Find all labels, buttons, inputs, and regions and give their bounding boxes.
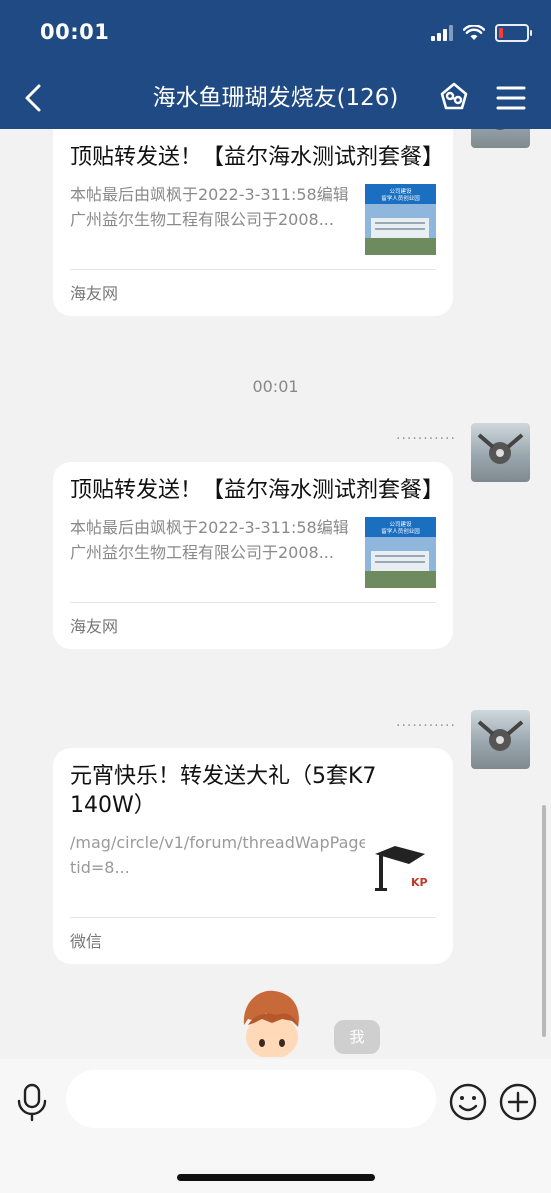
- link-card-desc: 本帖最后由飒枫于2022-3-311:58编辑广州益尔生物工程有限公司于2008…: [70, 518, 349, 562]
- signal-icon: [431, 25, 453, 41]
- link-card[interactable]: 顶贴转发送！【益尔海水测试剂套餐】 本帖最后由飒枫于2022-3-311:58编…: [53, 129, 453, 316]
- sender-avatar[interactable]: [471, 423, 530, 482]
- link-card[interactable]: 顶贴转发送！【益尔海水测试剂套餐】 本帖最后由飒枫于2022-3-311:58编…: [53, 462, 453, 649]
- sender-avatar[interactable]: [471, 710, 530, 769]
- chat-area[interactable]: 顶贴转发送！【益尔海水测试剂套餐】 本帖最后由飒枫于2022-3-311:58编…: [0, 129, 551, 1059]
- svg-text:留学人员创业园: 留学人员创业园: [381, 527, 420, 535]
- sender-name: ...........: [396, 427, 456, 443]
- link-card-source: 海友网: [70, 284, 119, 303]
- home-indicator: [177, 1174, 375, 1181]
- message-input[interactable]: [66, 1070, 436, 1128]
- my-avatar[interactable]: [236, 985, 308, 1057]
- link-card-desc: /mag/circle/v1/forum/threadWapPage?tid=8…: [70, 833, 377, 877]
- link-card-thumbnail: 公司建设 留学人员创业园: [365, 184, 436, 255]
- link-card[interactable]: 元宵快乐！转发送大礼（5套K7 140W） /mag/circle/v1/for…: [53, 748, 453, 964]
- sender-name: ...........: [396, 714, 456, 730]
- link-card-source: 海友网: [70, 617, 119, 636]
- scrollbar[interactable]: [542, 805, 546, 1037]
- link-card-thumbnail: 公司建设 留学人员创业园: [365, 517, 436, 588]
- status-time: 00:01: [40, 20, 110, 44]
- microphone-icon[interactable]: [14, 1082, 50, 1122]
- link-card-title: 元宵快乐！转发送大礼（5套K7 140W）: [70, 764, 377, 818]
- svg-text:公司建设: 公司建设: [389, 187, 412, 195]
- plus-icon[interactable]: [498, 1082, 538, 1122]
- sticker-icon[interactable]: [436, 80, 472, 116]
- message-timestamp: 00:01: [252, 377, 299, 396]
- me-badge[interactable]: 我: [334, 1020, 380, 1054]
- link-card-desc: 本帖最后由飒枫于2022-3-311:58编辑广州益尔生物工程有限公司于2008…: [70, 185, 349, 229]
- status-icons: [431, 24, 532, 42]
- link-card-title: 顶贴转发送！【益尔海水测试剂套餐】: [70, 145, 445, 170]
- link-card-thumbnail: KP: [365, 832, 436, 903]
- link-card-title: 顶贴转发送！【益尔海水测试剂套餐】: [70, 478, 445, 503]
- back-button[interactable]: [16, 80, 52, 116]
- wifi-icon: [463, 25, 485, 40]
- battery-icon: [495, 24, 532, 42]
- link-card-source: 微信: [70, 932, 103, 951]
- sender-avatar[interactable]: [471, 129, 530, 148]
- svg-text:留学人员创业园: 留学人员创业园: [381, 194, 420, 202]
- menu-icon[interactable]: [494, 80, 528, 116]
- emoji-icon[interactable]: [448, 1082, 488, 1122]
- header-bar: 00:01 海水鱼珊瑚发烧友(126): [0, 0, 551, 129]
- thumbnail-logo: KP: [411, 876, 428, 889]
- svg-text:公司建设: 公司建设: [389, 520, 412, 528]
